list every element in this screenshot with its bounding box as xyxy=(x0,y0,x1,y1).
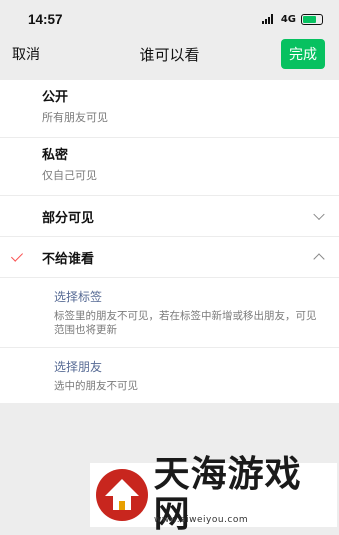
sub-option-select-tags[interactable]: 选择标签 标签里的朋友不可见，若在标签中新增或移出朋友，可见范围也将更新 xyxy=(0,278,339,348)
chevron-down-icon xyxy=(313,208,325,221)
option-subtitle: 所有朋友可见 xyxy=(42,111,108,124)
chevron-up-icon xyxy=(313,253,325,265)
status-icons: 4G xyxy=(261,13,323,25)
signal-icon xyxy=(261,14,276,24)
network-type: 4G xyxy=(280,13,296,25)
option-subtitle: 仅自己可见 xyxy=(42,169,97,182)
house-logo-icon xyxy=(96,469,148,521)
sub-option-title: 选择朋友 xyxy=(54,360,103,374)
option-title: 不给谁看 xyxy=(42,251,95,267)
nav-bar: 取消 谁可以看 完成 xyxy=(0,38,339,70)
option-public[interactable]: 公开 所有朋友可见 xyxy=(0,80,339,138)
checkmark-icon xyxy=(10,249,24,262)
option-private[interactable]: 私密 仅自己可见 xyxy=(0,138,339,196)
visibility-options: 公开 所有朋友可见 私密 仅自己可见 部分可见 不给谁看 选择标签 标签里的朋友… xyxy=(0,80,339,403)
sub-option-select-friends[interactable]: 选择朋友 选中的朋友不可见 xyxy=(0,348,339,403)
battery-icon xyxy=(301,13,323,25)
status-bar: 14:57 4G xyxy=(0,0,339,38)
option-hide-from[interactable]: 不给谁看 xyxy=(0,237,339,278)
watermark-logo: 天海游戏网 www.aiweiyou.com xyxy=(90,455,337,535)
sub-option-desc: 标签里的朋友不可见，若在标签中新增或移出朋友，可见范围也将更新 xyxy=(54,310,317,336)
option-title: 私密 xyxy=(42,148,69,163)
sub-option-title: 选择标签 xyxy=(54,290,103,304)
option-partial-visible[interactable]: 部分可见 xyxy=(0,196,339,237)
done-button[interactable]: 完成 xyxy=(281,39,325,69)
watermark-url: www.aiweiyou.com xyxy=(154,515,249,525)
option-title: 部分可见 xyxy=(42,210,95,226)
option-title: 公开 xyxy=(42,90,69,105)
sub-option-desc: 选中的朋友不可见 xyxy=(54,380,138,392)
cancel-button[interactable]: 取消 xyxy=(12,44,40,64)
status-time: 14:57 xyxy=(28,11,63,27)
